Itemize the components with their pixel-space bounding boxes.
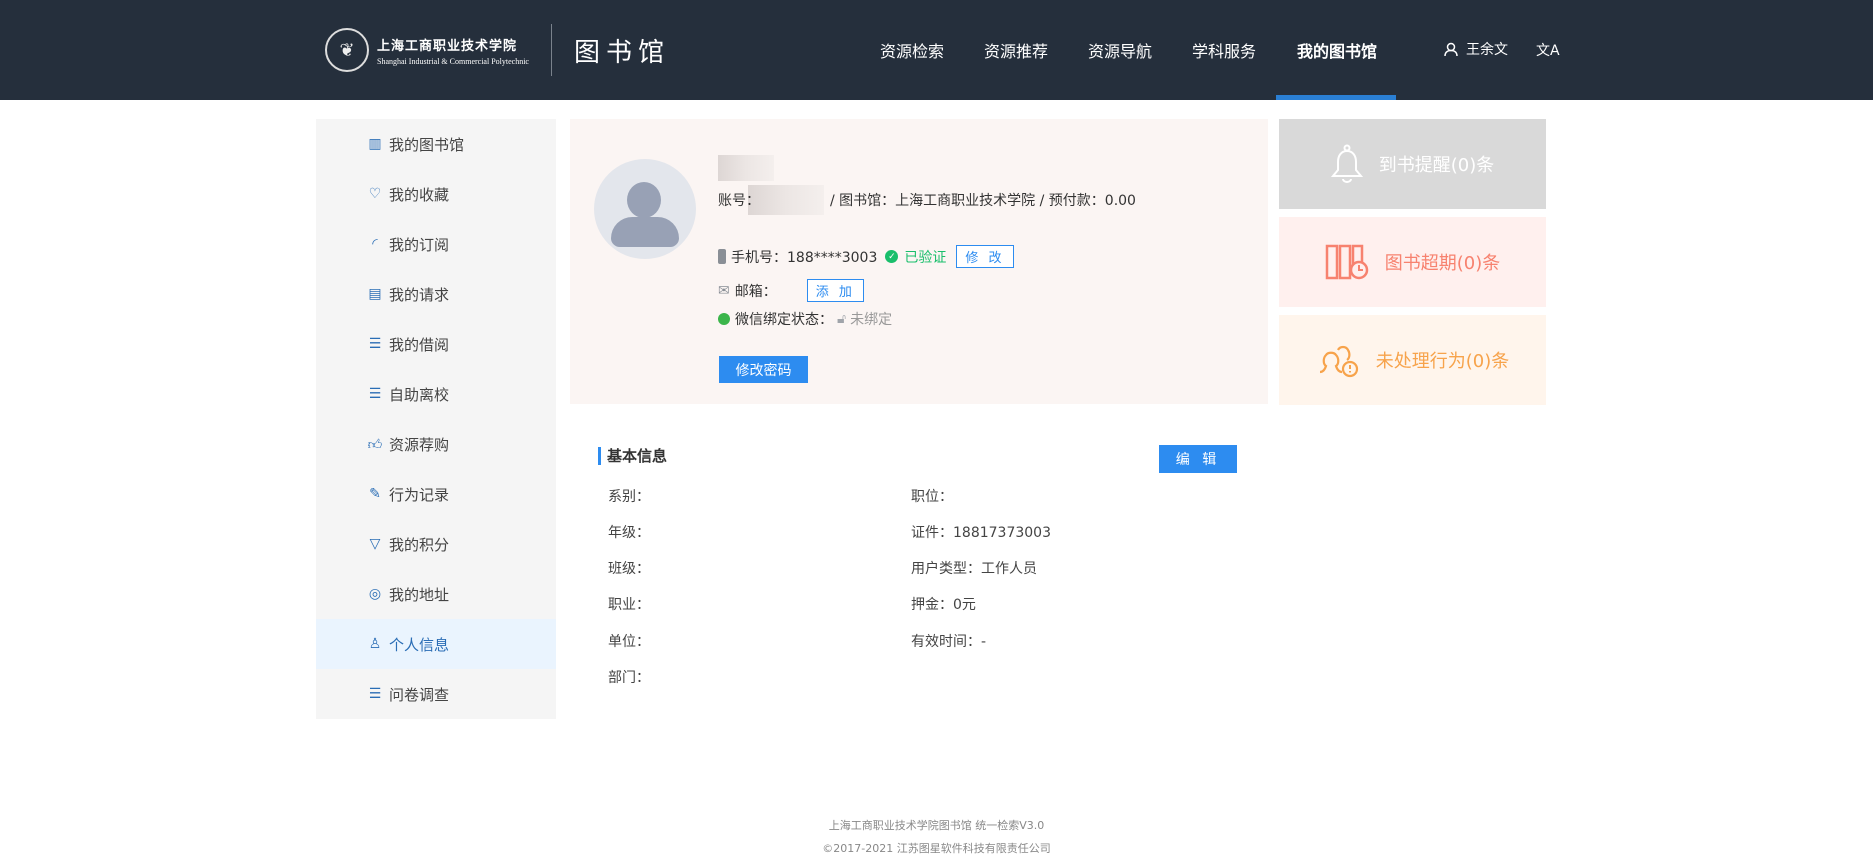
overdue-label: 图书超期(0)条 <box>1384 253 1501 274</box>
wechat-icon <box>718 313 730 325</box>
survey-icon: ☰ <box>368 686 382 702</box>
field-user-type: 用户类型：工作人员 <box>911 561 1037 577</box>
overdue-card[interactable]: 图书超期(0)条 <box>1279 217 1546 307</box>
field-division: 部门： <box>608 670 650 686</box>
top-header: ❦ 上海工商职业技术学院 Shanghai Industrial & Comme… <box>0 0 1873 100</box>
library-title: 图书馆 <box>573 37 670 68</box>
mail-icon: ✉ <box>718 282 730 299</box>
nav-subject-service[interactable]: 学科服务 <box>1192 38 1256 62</box>
field-unit: 单位： <box>608 634 650 650</box>
field-id-card: 证件：18817373003 <box>911 525 1051 541</box>
sidebar-item-recommend-purchase[interactable]: 👍︎ 资源荐购 <box>316 419 556 469</box>
avatar[interactable] <box>594 159 696 259</box>
library-icon: ▥ <box>368 136 382 152</box>
sidebar-item-subscriptions[interactable]: ◜ 我的订阅 <box>316 219 556 269</box>
arrival-reminder-label: 到书提醒(0)条 <box>1378 155 1495 176</box>
sidebar-item-address[interactable]: ◎ 我的地址 <box>316 569 556 619</box>
sidebar-item-label: 我的借阅 <box>389 335 450 354</box>
change-password-button[interactable]: 修改密码 <box>719 356 808 383</box>
phone-number: 手机号：188****3003 <box>731 249 878 266</box>
unlock-icon: 🔓︎ <box>837 311 847 327</box>
nav-resource-navigation[interactable]: 资源导航 <box>1088 38 1152 62</box>
sidebar-item-label: 资源荐购 <box>389 435 450 454</box>
location-icon: ◎ <box>368 586 382 602</box>
field-deposit: 押金：0元 <box>911 597 976 613</box>
field-grade: 年级： <box>608 525 650 541</box>
thumbs-up-icon: 👍︎ <box>367 436 383 453</box>
sidebar-item-label: 问卷调查 <box>389 685 450 704</box>
active-nav-indicator <box>1276 95 1396 100</box>
sidebar-item-self-leave[interactable]: ☰ 自助离校 <box>316 369 556 419</box>
sidebar-item-behavior-record[interactable]: ✎ 行为记录 <box>316 469 556 519</box>
school-name-cn: 上海工商职业技术学院 <box>377 38 518 54</box>
school-name-en: Shanghai Industrial & Commercial Polytec… <box>377 56 529 66</box>
unhandled-behavior-card[interactable]: 未处理行为(0)条 <box>1279 315 1546 405</box>
sidebar-item-survey[interactable]: ☰ 问卷调查 <box>316 669 556 719</box>
field-class: 班级： <box>608 561 650 577</box>
footer-copyright: ©2017-2021 江苏图星软件科技有限责任公司 <box>822 842 1051 855</box>
sidebar-item-personal-info[interactable]: ♙ 个人信息 <box>316 619 556 669</box>
rss-icon: ◜ <box>372 236 378 252</box>
arrival-reminder-card[interactable]: 到书提醒(0)条 <box>1279 119 1546 209</box>
email-label: 邮箱： <box>734 283 777 300</box>
field-occupation: 职业： <box>608 597 650 613</box>
logo[interactable]: ❦ 上海工商职业技术学院 Shanghai Industrial & Comme… <box>325 24 670 76</box>
request-icon: ▤ <box>368 286 382 302</box>
wechat-status: 未绑定 <box>850 312 893 328</box>
divider <box>550 24 552 76</box>
user-icon <box>1444 42 1458 56</box>
footer-line-1: 上海工商职业技术学院图书馆 统一检索V3.0 <box>828 819 1045 832</box>
account-label: 账号： <box>718 193 760 209</box>
sidebar-item-label: 我的请求 <box>389 285 450 304</box>
sidebar-item-borrowing[interactable]: ☰ 我的借阅 <box>316 319 556 369</box>
sidebar-item-label: 我的积分 <box>389 535 450 554</box>
sidebar-item-label: 我的地址 <box>389 585 450 604</box>
points-icon: ▽ <box>369 536 381 552</box>
field-valid-time: 有效时间：- <box>911 634 987 650</box>
basic-info-title: 基本信息 <box>598 447 667 465</box>
heart-icon: ♡ <box>368 186 382 202</box>
sidebar-item-label: 我的图书馆 <box>389 135 465 154</box>
sidebar-item-label: 个人信息 <box>389 635 450 654</box>
blurred-name <box>718 155 774 181</box>
field-department: 系别： <box>608 489 650 505</box>
edit-button[interactable]: 编 辑 <box>1159 445 1237 473</box>
nav-my-library[interactable]: 我的图书馆 <box>1297 38 1377 62</box>
sidebar-item-favorites[interactable]: ♡ 我的收藏 <box>316 169 556 219</box>
sidebar-item-label: 行为记录 <box>389 485 450 504</box>
sidebar-item-points[interactable]: ▽ 我的积分 <box>316 519 556 569</box>
school-seal-icon: ❦ <box>325 28 369 72</box>
sidebar-item-requests[interactable]: ▤ 我的请求 <box>316 269 556 319</box>
verified-status: 已验证 <box>904 249 947 266</box>
user-menu[interactable]: 王余文 <box>1444 39 1508 59</box>
nav-resource-search[interactable]: 资源检索 <box>880 38 944 62</box>
modify-phone-button[interactable]: 修 改 <box>956 245 1014 268</box>
bell-icon <box>1330 144 1363 183</box>
profile-card: 账号： / 图书馆：上海工商职业技术学院 / 预付款：0.00 手机号：188*… <box>570 119 1268 404</box>
phone-icon <box>718 249 726 264</box>
sidebar-item-my-library[interactable]: ▥ 我的图书馆 <box>316 119 556 169</box>
add-email-button[interactable]: 添 加 <box>806 279 864 302</box>
users-warning-icon <box>1319 345 1358 378</box>
wechat-label: 微信绑定状态： <box>735 312 833 328</box>
sidebar: ▥ 我的图书馆 ♡ 我的收藏 ◜ 我的订阅 ▤ 我的请求 ☰ 我的借阅 ☰ 自助离校 👍︎ 资… <box>316 119 556 719</box>
sidebar-item-label: 自助离校 <box>389 385 450 404</box>
username: 王余文 <box>1466 42 1508 58</box>
user-icon: ♙ <box>368 636 382 652</box>
unhandled-behavior-label: 未处理行为(0)条 <box>1375 351 1510 372</box>
sidebar-item-label: 我的收藏 <box>389 185 450 204</box>
overdue-books-icon <box>1325 244 1368 280</box>
nav-resource-recommend[interactable]: 资源推荐 <box>984 38 1048 62</box>
sidebar-item-label: 我的订阅 <box>389 235 450 254</box>
verified-check-icon: ✓ <box>885 250 899 263</box>
account-details: / 图书馆：上海工商职业技术学院 / 预付款：0.00 <box>830 193 1136 209</box>
leave-icon: ☰ <box>368 386 382 402</box>
record-icon: ✎ <box>369 486 381 502</box>
translate-icon[interactable]: 文A <box>1536 40 1560 60</box>
borrow-icon: ☰ <box>368 336 382 352</box>
field-position: 职位： <box>911 489 953 505</box>
